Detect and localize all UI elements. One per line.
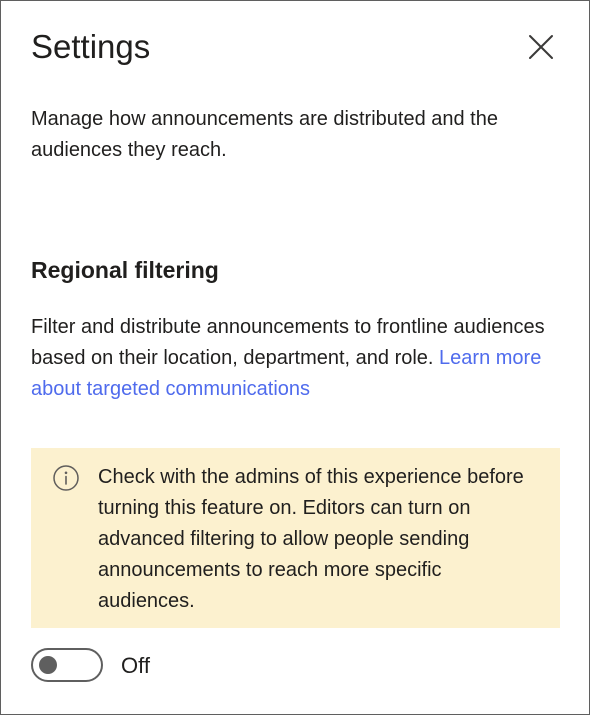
close-icon: [528, 34, 554, 65]
toggle-label: Off: [121, 653, 150, 678]
info-message-bar: Check with the admins of this experience…: [31, 448, 560, 628]
info-message-text: Check with the admins of this experience…: [98, 466, 524, 612]
toggle-knob: [39, 656, 57, 674]
panel-title: Settings: [31, 28, 151, 65]
regional-filtering-description: Filter and distribute announcements to f…: [31, 312, 561, 405]
settings-panel: Settings Manage how announcements are di…: [0, 0, 590, 715]
regional-filtering-heading: Regional filtering: [31, 257, 219, 283]
close-button[interactable]: [523, 31, 559, 67]
panel-description: Manage how announcements are distributed…: [31, 108, 498, 161]
regional-filtering-toggle[interactable]: [31, 648, 103, 682]
info-icon: [52, 464, 80, 492]
